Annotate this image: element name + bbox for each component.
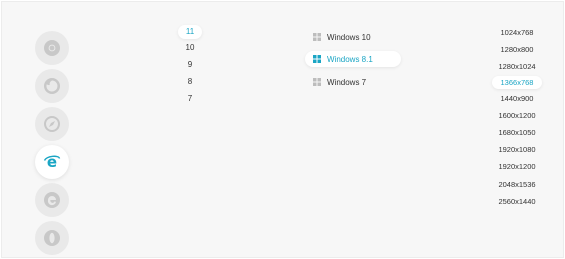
browser-config-panel: e 11 10 9 8 7 Windows 10 Windows 8.1 Win…: [1, 1, 564, 258]
os-label: Windows 10: [327, 32, 371, 42]
browser-safari-button[interactable]: [35, 107, 69, 141]
resolution-option[interactable]: 1280x800: [492, 43, 542, 56]
browser-ie-button[interactable]: e: [35, 145, 69, 179]
windows-icon: [313, 78, 321, 86]
firefox-icon: [44, 78, 60, 94]
version-option[interactable]: 7: [178, 92, 202, 106]
edge-icon: [44, 192, 60, 208]
version-option[interactable]: 10: [178, 41, 202, 55]
os-option-windows-8-1[interactable]: Windows 8.1: [305, 51, 401, 67]
resolution-option[interactable]: 1600x1200: [492, 109, 542, 122]
windows-icon: [313, 55, 321, 63]
os-label: Windows 8.1: [327, 54, 373, 64]
browser-firefox-button[interactable]: [35, 69, 69, 103]
resolution-option-selected[interactable]: 1366x768: [492, 76, 542, 89]
version-option[interactable]: 11: [178, 25, 202, 39]
opera-icon: [44, 230, 60, 246]
browser-edge-button[interactable]: [35, 183, 69, 217]
resolution-option[interactable]: 1440x900: [492, 92, 542, 105]
internet-explorer-icon: e: [43, 153, 61, 171]
os-option-windows-7[interactable]: Windows 7: [305, 74, 374, 90]
resolution-option[interactable]: 1920x1080: [492, 143, 542, 156]
resolution-option[interactable]: 1680x1050: [492, 126, 542, 139]
chrome-icon: [44, 40, 60, 56]
windows-icon: [313, 33, 321, 41]
resolution-option[interactable]: 1024x768: [492, 26, 542, 39]
resolution-option[interactable]: 2048x1536: [492, 178, 542, 191]
browser-opera-button[interactable]: [35, 221, 69, 255]
resolution-option[interactable]: 2560x1440: [492, 195, 542, 208]
version-option[interactable]: 9: [178, 58, 202, 72]
browser-chrome-button[interactable]: [35, 31, 69, 65]
safari-icon: [44, 116, 60, 132]
os-option-windows-10[interactable]: Windows 10: [305, 29, 379, 45]
os-label: Windows 7: [327, 77, 367, 87]
resolution-option[interactable]: 1280x1024: [492, 60, 542, 73]
resolution-option[interactable]: 1920x1200: [492, 160, 542, 173]
version-option[interactable]: 8: [178, 75, 202, 89]
